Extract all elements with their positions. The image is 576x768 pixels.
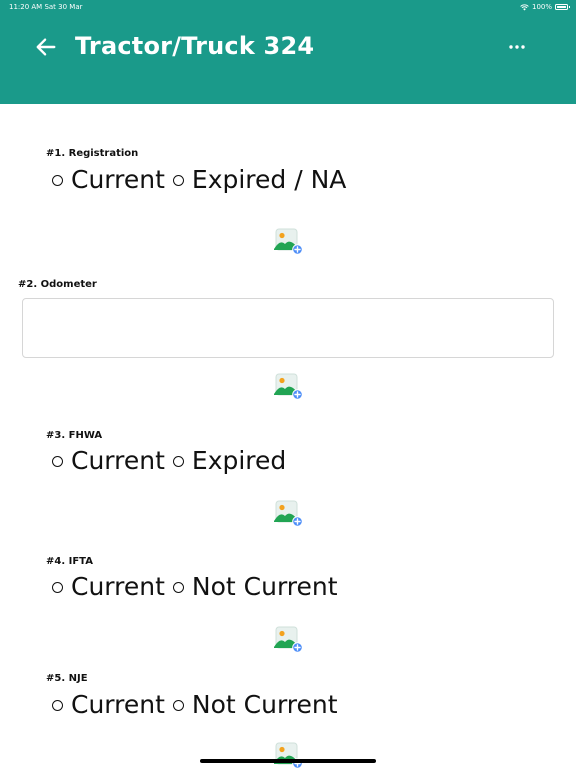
radio-option-label: Current: [71, 446, 165, 475]
radio-option-label: Current: [71, 165, 165, 194]
radio-circle-icon: [172, 581, 184, 593]
more-options-button[interactable]: [502, 33, 532, 61]
more-horizontal-icon: [509, 45, 525, 49]
question-label-registration: #1. Registration: [46, 148, 139, 159]
question-label-fhwa: #3. FHWA: [46, 430, 103, 441]
radio-nje-current[interactable]: Current: [52, 689, 165, 721]
radio-circle-icon: [172, 455, 184, 467]
radio-circle-icon: [172, 174, 184, 186]
radio-fhwa-expired[interactable]: Expired: [172, 445, 287, 477]
radio-group-fhwa: Current Expired: [52, 445, 294, 477]
question-label-nje: #5. NJE: [46, 673, 88, 684]
radio-option-label: Not Current: [191, 572, 338, 601]
radio-circle-icon: [52, 174, 63, 186]
radio-registration-current[interactable]: Current: [52, 164, 165, 196]
status-bar: 11:20 AM Sat 30 Mar 100%: [0, 0, 576, 14]
add-photo-icon[interactable]: [272, 227, 304, 255]
wifi-icon: [520, 3, 529, 10]
radio-fhwa-current[interactable]: Current: [52, 445, 165, 477]
radio-ifta-current[interactable]: Current: [52, 571, 165, 603]
question-label-ifta: #4. IFTA: [46, 556, 93, 567]
status-indicators: 100%: [520, 0, 570, 14]
radio-circle-icon: [172, 699, 184, 711]
back-button[interactable]: [32, 33, 60, 61]
radio-option-label: Expired / NA: [191, 165, 347, 194]
odometer-input[interactable]: [22, 298, 554, 358]
add-photo-icon[interactable]: [272, 372, 304, 400]
radio-ifta-not-current[interactable]: Not Current: [172, 571, 338, 603]
radio-option-label: Expired: [191, 446, 287, 475]
add-photo-icon[interactable]: [272, 625, 304, 653]
battery-percent: 100%: [531, 3, 552, 11]
radio-group-ifta: Current Not Current: [52, 571, 346, 603]
radio-option-label: Not Current: [191, 690, 338, 719]
radio-circle-icon: [52, 455, 63, 467]
radio-group-nje: Current Not Current: [52, 689, 346, 721]
radio-nje-not-current[interactable]: Not Current: [172, 689, 338, 721]
home-indicator: [200, 759, 376, 763]
status-time: 11:20 AM Sat 30 Mar: [9, 3, 83, 11]
add-photo-icon[interactable]: [272, 741, 304, 768]
question-label-odometer: #2. Odometer: [18, 279, 97, 290]
radio-circle-icon: [52, 581, 63, 593]
app-header: 11:20 AM Sat 30 Mar 100% Tractor/Truck 3…: [0, 0, 576, 104]
arrow-left-icon: [36, 38, 56, 56]
radio-group-registration: Current Expired / NA: [52, 164, 354, 196]
radio-circle-icon: [52, 699, 63, 711]
add-photo-icon[interactable]: [272, 499, 304, 527]
page-title: Tractor/Truck 324: [75, 32, 315, 60]
battery-icon: [555, 4, 570, 10]
radio-registration-expired[interactable]: Expired / NA: [172, 164, 347, 196]
radio-option-label: Current: [71, 572, 165, 601]
radio-option-label: Current: [71, 690, 165, 719]
